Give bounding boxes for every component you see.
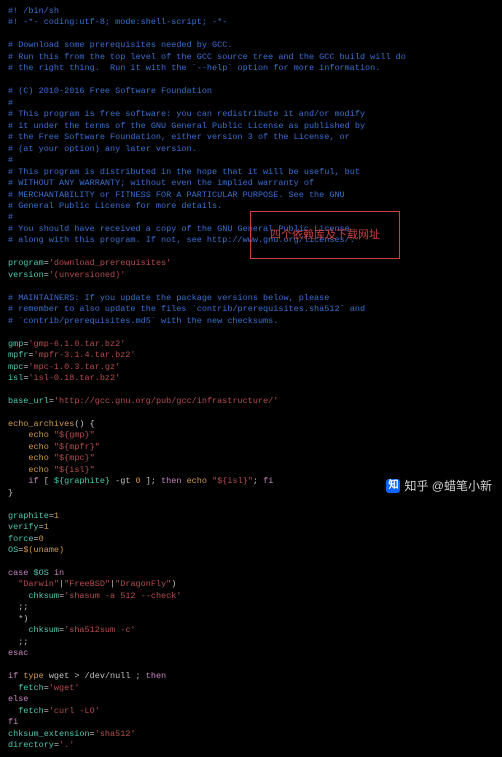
watermark: 知 知乎 @蜡笔小新 <box>386 478 492 494</box>
zhihu-icon: 知 <box>386 479 400 493</box>
annotation-callout: 四个依赖库及下载网址 <box>250 211 400 259</box>
annotation-text: 四个依赖库及下载网址 <box>270 228 380 243</box>
code-block: #! /bin/sh #! -*- coding:utf-8; mode:she… <box>0 0 502 757</box>
watermark-text: 知乎 @蜡笔小新 <box>404 478 492 494</box>
